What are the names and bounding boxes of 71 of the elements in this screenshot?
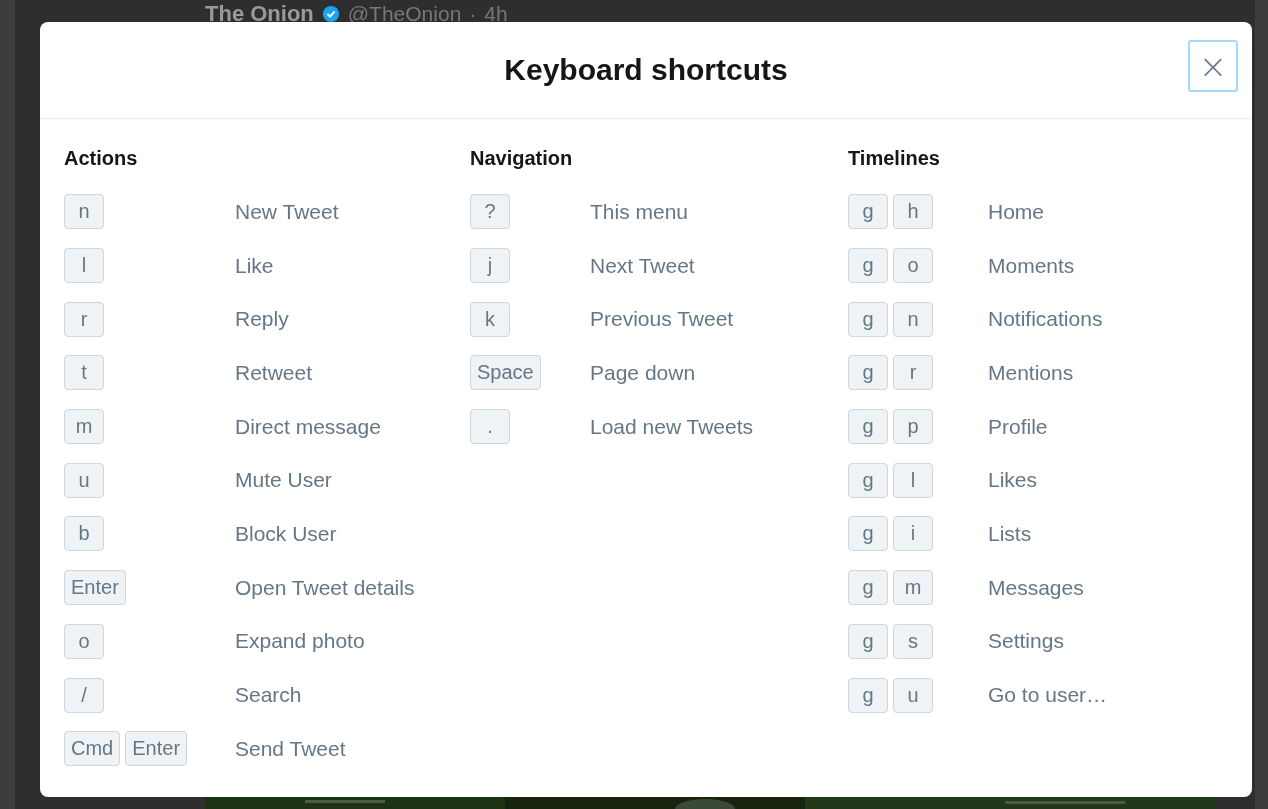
tweet-time: 4h [484, 2, 508, 26]
key-cap: k [470, 301, 510, 337]
close-button[interactable]: × [1188, 40, 1238, 92]
key-cap: o [893, 248, 933, 284]
section-heading: Navigation [470, 147, 574, 171]
shortcut-description: Page down [590, 360, 696, 385]
key-cap: Enter [125, 731, 188, 767]
shortcut-description: Load new Tweets [590, 414, 754, 439]
key-cap: g [848, 516, 888, 552]
shortcut-description: Likes [988, 468, 1038, 493]
shortcut-description: Moments [988, 253, 1075, 278]
key-cap: g [848, 194, 888, 230]
dialog-title: Keyboard shortcuts [504, 53, 788, 87]
shortcut-description: Settings [988, 629, 1064, 654]
shortcut-description: New Tweet [235, 199, 339, 224]
shortcut-description: Notifications [988, 307, 1103, 332]
shortcut-description: Messages [988, 575, 1084, 600]
key-cap: m [893, 570, 933, 606]
key-cap: ? [470, 194, 510, 230]
key-cap: p [893, 409, 933, 445]
key-cap: g [848, 570, 888, 606]
key-cap: g [848, 301, 888, 337]
key-cap: n [64, 194, 104, 230]
shortcut-description: Home [988, 199, 1045, 224]
key-cap: Cmd [64, 731, 121, 767]
key-cap: Space [470, 355, 541, 391]
key-cap: n [893, 301, 933, 337]
key-cap: / [64, 677, 104, 713]
key-cap: i [893, 516, 933, 552]
key-cap: l [64, 248, 104, 284]
shortcut-description: Send Tweet [235, 736, 346, 761]
key-cap: l [893, 462, 933, 498]
separator-dot: · [469, 2, 477, 26]
key-cap: g [848, 248, 888, 284]
shortcut-description: Search [235, 683, 302, 708]
section-heading: Actions [64, 147, 139, 171]
shortcut-description: Go to user… [988, 683, 1108, 708]
shortcut-description: This menu [590, 199, 689, 224]
key-cap: g [848, 355, 888, 391]
key-cap: g [848, 462, 888, 498]
shortcut-description: Open Tweet details [235, 575, 415, 600]
key-cap: u [893, 677, 933, 713]
section-heading: Timelines [848, 147, 941, 171]
key-cap: g [848, 623, 888, 659]
key-cap: b [64, 516, 104, 552]
key-cap: o [64, 623, 104, 659]
shortcut-description: Mute User [235, 468, 332, 493]
shortcut-description: Reply [235, 307, 289, 332]
shortcut-description: Block User [235, 521, 337, 546]
shortcut-description: Like [235, 253, 274, 278]
shortcut-description: Profile [988, 414, 1048, 439]
shortcut-description: Lists [988, 521, 1032, 546]
shortcut-description: Next Tweet [590, 253, 695, 278]
key-cap: m [64, 409, 104, 445]
key-cap: h [893, 194, 933, 230]
shortcut-description: Mentions [988, 360, 1074, 385]
shortcut-description: Retweet [235, 360, 313, 385]
key-cap: . [470, 409, 510, 445]
key-cap: s [893, 623, 933, 659]
key-cap: u [64, 462, 104, 498]
key-cap: t [64, 355, 104, 391]
key-cap: g [848, 409, 888, 445]
key-cap: Enter [64, 570, 126, 606]
key-cap: r [64, 301, 104, 337]
shortcut-description: Previous Tweet [590, 307, 734, 332]
key-cap: g [848, 677, 888, 713]
tweet-handle: @TheOnion [347, 2, 462, 26]
shortcut-description: Expand photo [235, 629, 365, 654]
key-cap: j [470, 248, 510, 284]
key-cap: r [893, 355, 933, 391]
shortcut-description: Direct message [235, 414, 381, 439]
